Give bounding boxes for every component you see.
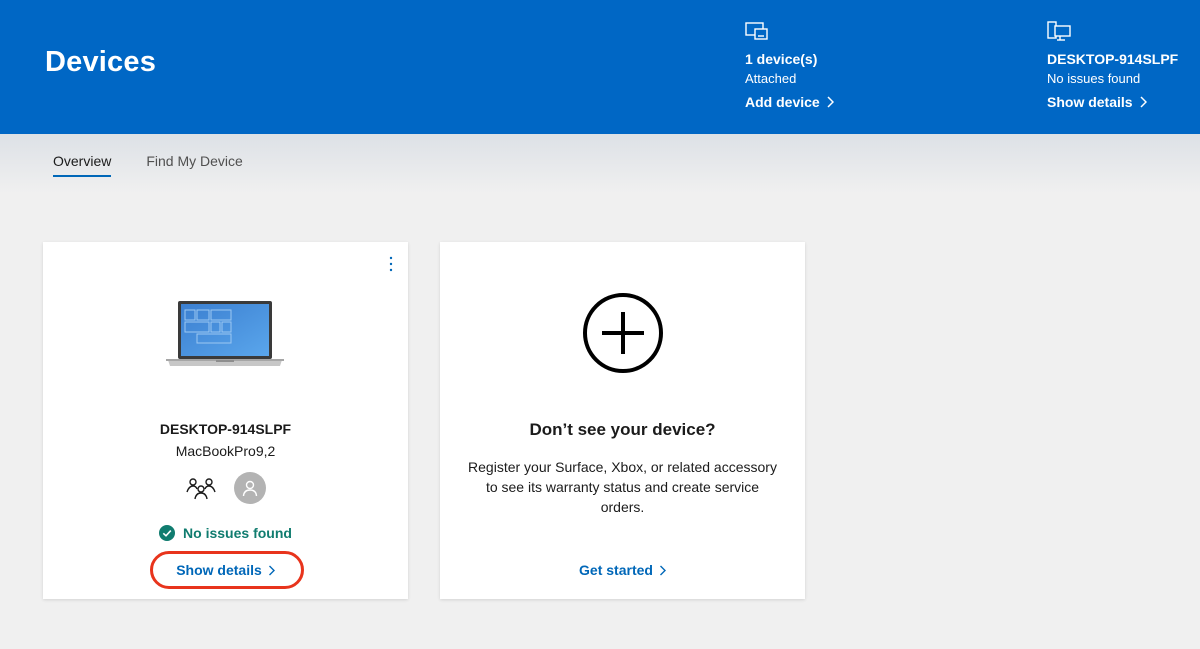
show-details-link[interactable]: Show details — [43, 562, 408, 578]
add-device-label: Add device — [745, 94, 820, 110]
chevron-right-icon — [827, 96, 834, 108]
device-count: 1 device(s) — [745, 51, 818, 67]
devices-icon — [745, 22, 768, 40]
attached-devices-summary: 1 device(s) Attached Add device — [745, 20, 834, 112]
current-device-name: DESKTOP-914SLPF — [1047, 51, 1179, 67]
device-status-text: No issues found — [183, 525, 292, 541]
family-icon[interactable] — [185, 472, 217, 504]
add-device-description: Register your Surface, Xbox, or related … — [468, 459, 777, 515]
chevron-right-icon — [268, 565, 275, 575]
device-card: DESKTOP-914SLPF MacBookPro9,2 No issues … — [43, 242, 408, 599]
check-circle-icon — [159, 525, 176, 541]
add-device-link[interactable]: Add device — [745, 93, 834, 111]
get-started-label: Get started — [579, 562, 653, 578]
header-show-details-link[interactable]: Show details — [1047, 93, 1147, 111]
device-status: No issues found — [43, 525, 408, 541]
device-name: DESKTOP-914SLPF — [159, 421, 292, 437]
show-details-label: Show details — [176, 562, 262, 578]
laptop-icon — [166, 301, 284, 366]
current-device-status: No issues found — [1047, 71, 1141, 86]
device-owner-row — [43, 472, 408, 504]
page-header: Devices 1 device(s) Attached Add device … — [0, 0, 1200, 134]
tab-find-my-device[interactable]: Find My Device — [146, 153, 242, 176]
tab-bar: Overview Find My Device — [53, 153, 243, 177]
add-device-title: Don’t see your device? — [529, 420, 716, 439]
user-avatar-icon[interactable] — [234, 472, 266, 504]
chevron-right-icon — [1140, 96, 1147, 108]
device-model: MacBookPro9,2 — [175, 443, 276, 459]
tab-overview[interactable]: Overview — [53, 153, 112, 177]
plus-circle-icon[interactable] — [582, 292, 664, 374]
current-device-summary: DESKTOP-914SLPF No issues found Show det… — [1047, 20, 1178, 112]
get-started-link[interactable]: Get started — [440, 562, 805, 578]
header-show-details-label: Show details — [1047, 94, 1133, 110]
more-vertical-icon[interactable] — [388, 256, 394, 272]
add-device-card: Don’t see your device? Register your Sur… — [440, 242, 805, 599]
page-title: Devices — [45, 46, 157, 78]
chevron-right-icon — [659, 565, 666, 575]
desktop-icon — [1047, 21, 1071, 41]
attached-label: Attached — [745, 71, 797, 86]
